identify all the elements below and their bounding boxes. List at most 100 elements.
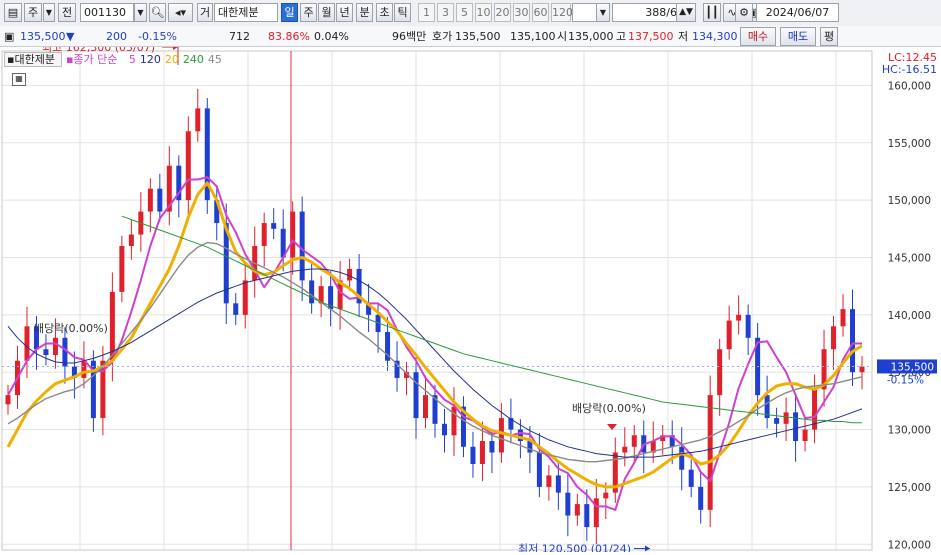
interval-button-7[interactable]: 120	[551, 3, 573, 22]
type-button[interactable]: 거	[197, 3, 213, 22]
legend-ma-label: ▪종가 단순	[65, 53, 118, 66]
date-field[interactable]: 2024/06/07	[756, 3, 839, 22]
candle-body	[195, 108, 201, 132]
layout-icon[interactable]: ▤	[4, 3, 22, 22]
volume: 712	[229, 30, 250, 43]
sell-button[interactable]: 매도	[780, 27, 816, 46]
y-tick-label: 120,000	[888, 539, 931, 551]
dividend-label-1: 배당락(0.00%)	[34, 322, 108, 335]
low-arrow-head	[645, 545, 650, 552]
price-change-pct: -0.15%	[138, 30, 177, 43]
chart-legend: ▪대한제분 ▪종가 단순 5 120 20 240 45	[4, 51, 226, 67]
candle-body	[413, 372, 419, 419]
chart-config-icon[interactable]: ▦	[12, 73, 26, 86]
high-price: 137,500	[628, 30, 674, 43]
candle-body	[261, 223, 267, 247]
legend-ma45: 45	[207, 53, 222, 66]
price-change: 200	[106, 30, 127, 43]
candle-body	[859, 366, 865, 373]
candle-body	[850, 309, 856, 373]
candle-body	[271, 223, 277, 229]
dividend-label-2: 배당락(0.00%)	[572, 402, 646, 415]
legend-ma5: 5	[128, 53, 136, 66]
interval-button-4[interactable]: 20	[494, 3, 511, 22]
market-select[interactable]: 주	[24, 3, 42, 22]
quote-bar: ▣ 135,500 ▼ 200 -0.15% 712 83.86% 0.04% …	[0, 26, 941, 47]
price-chart-area[interactable]: 120,000125,000130,000135,000140,000145,0…	[0, 41, 941, 555]
candle-body	[565, 492, 571, 516]
ma-line-20	[6, 181, 863, 489]
candle-body	[593, 498, 599, 528]
trade-amount: 96백만	[392, 30, 427, 43]
candle-body	[128, 234, 134, 247]
candle-body	[622, 446, 628, 453]
high-label: 고	[616, 30, 627, 43]
candle-body	[479, 441, 485, 464]
gear-icon[interactable]: ⚙	[735, 3, 753, 22]
volume-ratio: 83.86%	[268, 30, 310, 43]
current-price: 135,500	[20, 30, 66, 43]
candle-body	[52, 337, 58, 355]
hc-value: HC:-16.51	[882, 63, 937, 76]
stock-code-input[interactable]: 001130	[80, 3, 134, 22]
candle-body	[470, 446, 476, 464]
period-tab-1[interactable]: 주	[300, 3, 317, 22]
candle-body	[43, 349, 49, 355]
period-tab-6[interactable]: 틱	[394, 3, 411, 22]
buy-button[interactable]: 매수	[740, 27, 776, 46]
stock-name-field[interactable]: 대한제분	[214, 3, 278, 22]
period-tab-4[interactable]: 분	[356, 3, 373, 22]
candle-icon[interactable]: ┃┃	[703, 3, 721, 22]
period-tab-2[interactable]: 월	[318, 3, 335, 22]
interval-button-5[interactable]: 30	[513, 3, 530, 22]
period-tab-3[interactable]: 년	[336, 3, 353, 22]
low-annotation: 최저 120,500 (01/24)	[518, 543, 631, 552]
y-tick-label: 125,000	[888, 482, 931, 494]
legend-ma20: 20	[164, 53, 179, 66]
interval-button-1[interactable]: 3	[437, 3, 454, 22]
candle-body	[24, 326, 30, 361]
eval-button[interactable]: 평	[820, 27, 838, 46]
search-icon[interactable]: 🔍︎	[149, 3, 166, 22]
sound-icon[interactable]: ◂▾	[168, 3, 193, 22]
open-label: 시	[557, 30, 568, 43]
interval-button-2[interactable]: 5	[456, 3, 473, 22]
interval-button-0[interactable]: 1	[418, 3, 435, 22]
candle-body	[5, 395, 11, 405]
candle-body	[555, 475, 561, 493]
interval-button-6[interactable]: 60	[532, 3, 549, 22]
candle-body	[157, 188, 163, 212]
plot-frame	[1, 50, 873, 551]
candle-body	[840, 309, 846, 327]
y-tick-label: 145,000	[888, 252, 931, 264]
code-dropdown-icon[interactable]: ▼	[134, 3, 147, 22]
candle-body	[62, 337, 68, 367]
turnover-ratio: 0.04%	[314, 30, 349, 43]
open-price: 135,000	[568, 30, 614, 43]
candle-body	[736, 314, 742, 321]
candle-body	[774, 418, 780, 424]
period-tab-5[interactable]: 초	[376, 3, 393, 22]
current-price-pct: -0.15%	[887, 374, 924, 386]
period-tab-0[interactable]: 일	[281, 3, 298, 22]
chevron-down-icon[interactable]: ▼	[43, 3, 55, 22]
candle-body	[498, 418, 504, 453]
low-price: 134,300	[692, 30, 738, 43]
interval-dropdown-icon[interactable]: ▼	[596, 3, 610, 22]
candle-body	[147, 188, 153, 212]
count-stepper[interactable]: ▲▼	[676, 3, 696, 22]
candle-body	[745, 314, 751, 338]
current-price-text: 135,500	[891, 361, 934, 373]
y-tick-label: 140,000	[888, 310, 931, 322]
candle-body	[185, 131, 191, 201]
candle-body	[242, 280, 248, 315]
candle-body	[290, 211, 296, 258]
price-chart[interactable]: 120,000125,000130,000135,000140,000145,0…	[0, 41, 941, 555]
legend-stock-name: ▪대한제분	[4, 52, 62, 67]
interval-button-3[interactable]: 10	[475, 3, 492, 22]
prev-button[interactable]: 전	[58, 3, 76, 22]
bid-price: 135,100	[510, 30, 556, 43]
legend-name-text: 대한제분	[14, 53, 55, 66]
ask-price: 135,500	[455, 30, 501, 43]
ask-label: 호가	[432, 30, 453, 43]
